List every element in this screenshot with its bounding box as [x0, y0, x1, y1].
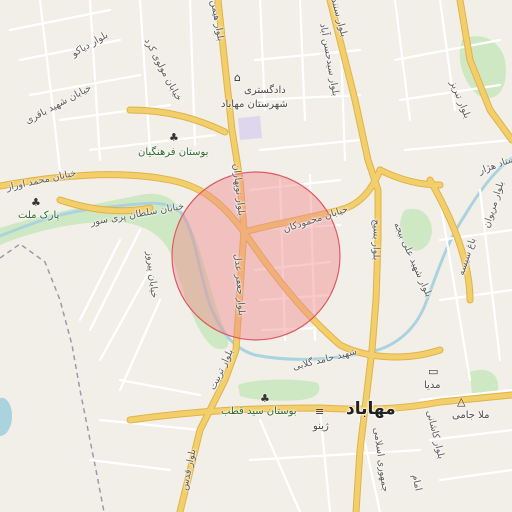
university-icon[interactable]: ⌂	[234, 72, 241, 83]
university-label[interactable]: دادگستری	[244, 86, 286, 96]
madia-label[interactable]: مدیا	[424, 381, 440, 391]
tree-icon[interactable]: ♣	[169, 132, 179, 143]
peak-icon[interactable]: △	[457, 396, 465, 407]
road-label-imam: امام	[409, 473, 424, 492]
park-mellat-label[interactable]: پارک ملت	[18, 211, 59, 221]
lake	[0, 397, 12, 436]
map-canvas[interactable]: ⌂ ♣ ♣ ♣ ≡ ▭ △ دادگستری شهرستان مهاباد بو…	[0, 0, 512, 512]
park-seyed-qotb	[238, 379, 320, 401]
mala-jami-label[interactable]: ملا جامی	[452, 411, 489, 421]
city-label[interactable]: مهاباد	[346, 401, 396, 418]
tree-icon[interactable]: ♣	[31, 197, 41, 208]
park-seyed-qotb-label[interactable]: بوستان سید قطب	[221, 407, 297, 417]
zhino-label[interactable]: ژینو	[313, 422, 329, 432]
selection-radius	[171, 171, 341, 341]
road-label-basij: بلوار بسیج	[370, 219, 382, 261]
boundary-line	[0, 243, 105, 512]
park-farhangian-label[interactable]: بوستان فرهنگیان	[138, 148, 208, 158]
shop-icon[interactable]: ▭	[428, 366, 438, 377]
park-campus	[238, 116, 262, 140]
university-sub-label: شهرستان مهاباد	[221, 99, 288, 110]
tree-icon[interactable]: ♣	[260, 393, 270, 404]
cinema-icon[interactable]: ≡	[315, 406, 324, 417]
